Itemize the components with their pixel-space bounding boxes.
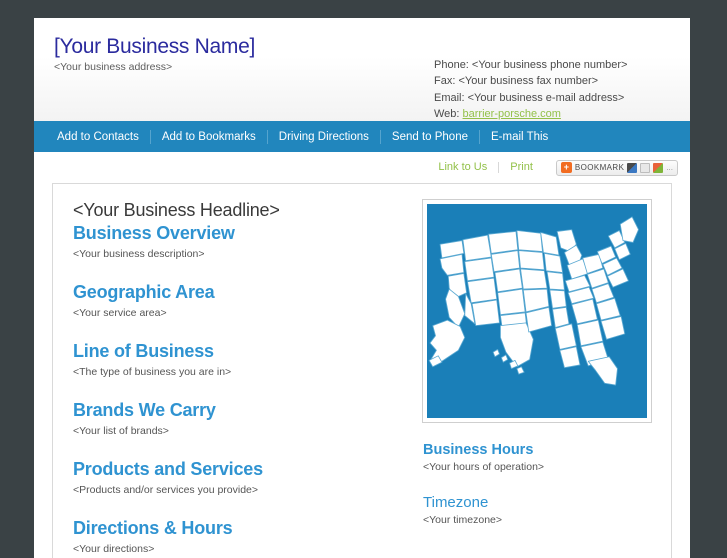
nav-send-to-phone[interactable]: Send to Phone (381, 129, 480, 144)
bookmark-label: BOOKMARK (574, 163, 625, 172)
section-text-products-and-services: <Products and/or services you provide> (73, 484, 259, 496)
website-link[interactable]: barrier-porsche.com (463, 108, 561, 120)
business-headline: <Your Business Headline> (73, 200, 280, 220)
section-text-brands-we-carry: <Your list of brands> (73, 425, 169, 437)
united-states-map (423, 200, 651, 422)
fax-line: Fax: <Your business fax number> (434, 75, 599, 88)
site-header: [Your Business Name] <Your business addr… (34, 18, 690, 121)
main-navigation: Add to Contacts Add to Bookmarks Driving… (34, 121, 690, 152)
sidebar-column: Business Hours <Your hours of operation>… (423, 200, 671, 558)
web-line: Web: barrier-porsche.com (434, 106, 627, 122)
content-panel: <Your Business Headline> Business Overvi… (52, 183, 672, 558)
web-label: Web: (434, 107, 463, 120)
contact-info: Phone: <Your business phone number> Fax:… (434, 57, 627, 122)
section-title-products-and-services: Products and Services (73, 459, 263, 479)
share-service-icon-2[interactable] (640, 162, 651, 173)
page-container: [Your Business Name] <Your business addr… (34, 18, 690, 558)
phone-line: Phone: <Your business phone number> (434, 59, 628, 71)
main-column: <Your Business Headline> Business Overvi… (53, 200, 423, 558)
section-title-geographic-area: Geographic Area (73, 282, 215, 302)
section-text-timezone: <Your timezone> (423, 514, 503, 526)
bookmark-share-button[interactable]: + BOOKMARK ... (555, 159, 678, 176)
section-title-directions-and-hours: Directions & Hours (73, 518, 233, 538)
section-text-business-hours: <Your hours of operation> (423, 461, 545, 473)
print-link[interactable]: Print (499, 161, 544, 174)
nav-add-to-contacts[interactable]: Add to Contacts (46, 129, 151, 144)
section-text-line-of-business: <The type of business you are in> (73, 366, 232, 378)
share-service-icon-1[interactable] (627, 162, 638, 173)
page-title: [Your Business Name] (54, 35, 255, 58)
email-line: Email: <Your business e-mail address> (434, 91, 625, 104)
section-text-business-overview: <Your business description> (73, 248, 205, 260)
share-service-icon-3[interactable] (653, 162, 664, 173)
section-title-timezone: Timezone (423, 494, 489, 511)
section-title-brands-we-carry: Brands We Carry (73, 400, 216, 420)
section-title-line-of-business: Line of Business (73, 341, 214, 361)
nav-email-this[interactable]: E-mail This (480, 130, 559, 144)
section-title-business-hours: Business Hours (423, 442, 534, 458)
nav-driving-directions[interactable]: Driving Directions (268, 129, 381, 144)
plus-icon: + (560, 162, 572, 173)
nav-add-to-bookmarks[interactable]: Add to Bookmarks (151, 129, 268, 144)
secondary-toolbar: Link to Us Print + BOOKMARK ... (34, 152, 690, 183)
section-title-business-overview: Business Overview (73, 223, 235, 243)
link-to-us-link[interactable]: Link to Us (427, 161, 498, 174)
more-options-icon[interactable]: ... (666, 163, 673, 172)
section-text-geographic-area: <Your service area> (73, 307, 167, 319)
